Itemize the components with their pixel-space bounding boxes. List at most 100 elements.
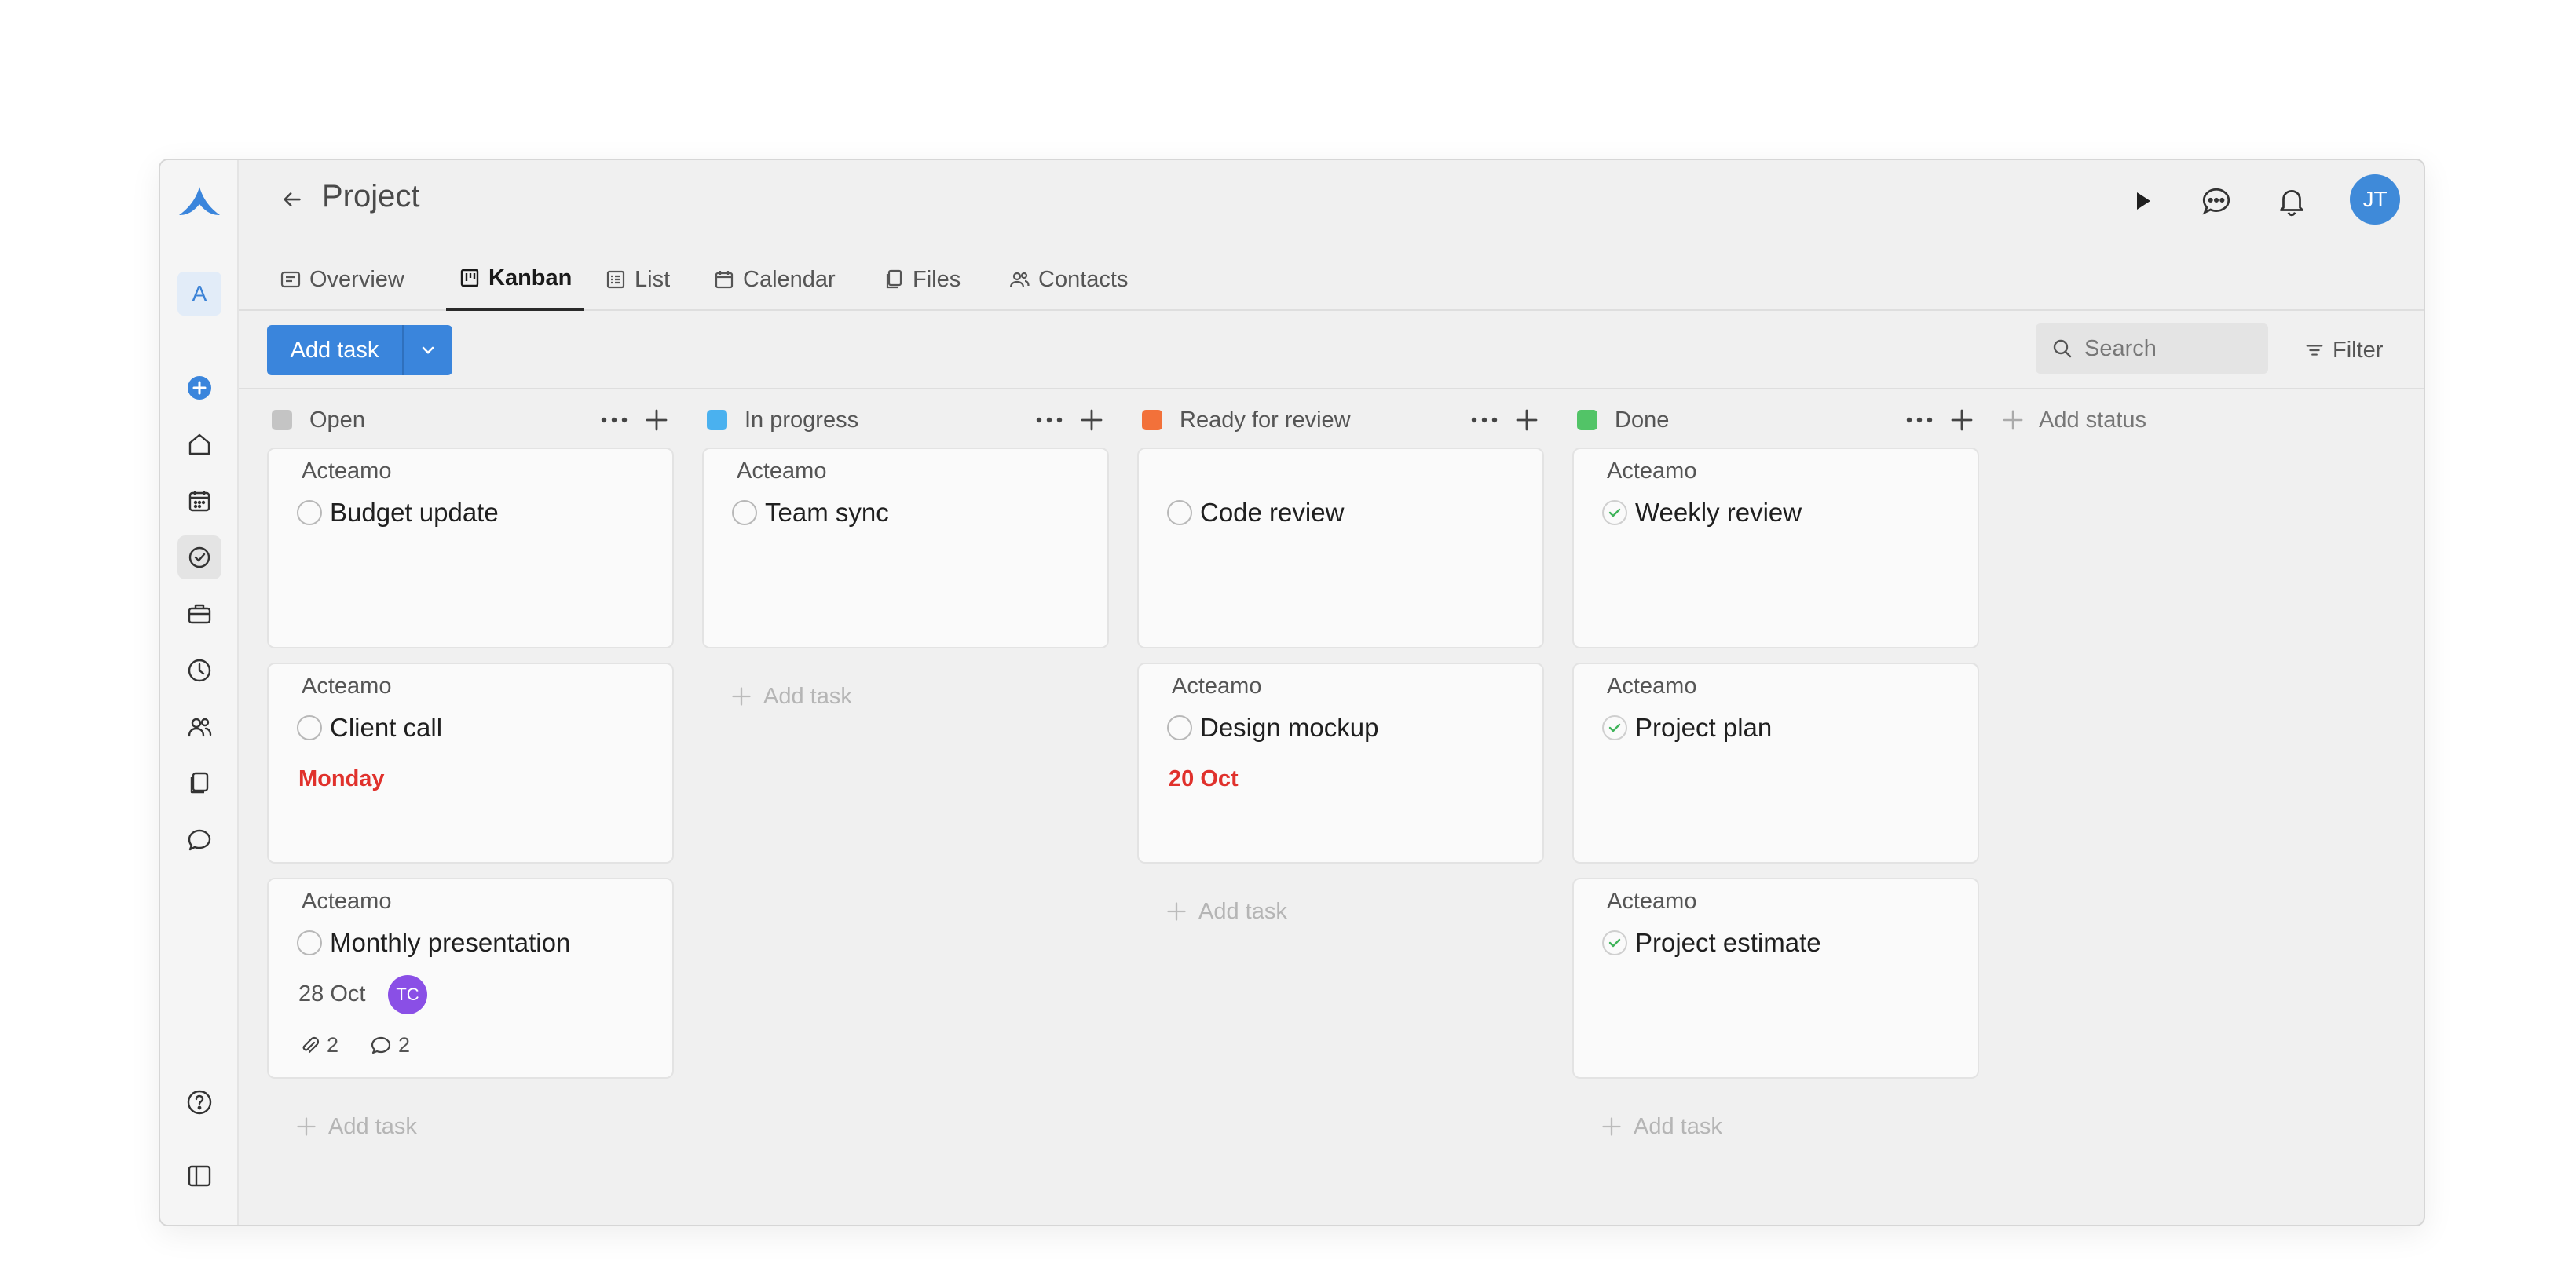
- column-add-button[interactable]: [639, 403, 674, 437]
- plus-icon: [1516, 409, 1538, 431]
- column-add-button[interactable]: [1945, 403, 1979, 437]
- task-checkbox[interactable]: [732, 500, 757, 525]
- paperclip-icon: [302, 1036, 320, 1053]
- task-checkbox-checked[interactable]: [1602, 715, 1627, 740]
- tab-overview[interactable]: Overview: [267, 248, 417, 311]
- check-icon: [1608, 508, 1621, 517]
- add-task-inline-button[interactable]: Add task: [295, 1107, 417, 1146]
- task-checkbox[interactable]: [1167, 715, 1192, 740]
- tasks-icon[interactable]: [177, 535, 221, 579]
- help-icon[interactable]: [177, 1080, 221, 1124]
- card-project: Acteamo: [737, 458, 827, 484]
- notifications-button[interactable]: [2271, 181, 2312, 221]
- task-checkbox-checked[interactable]: [1602, 500, 1627, 525]
- sidebar: A: [160, 160, 239, 1225]
- toolbar: Add task Filter: [239, 311, 2424, 389]
- back-button[interactable]: [276, 184, 308, 215]
- plus-icon: [646, 409, 668, 431]
- card-title: Code review: [1200, 498, 1345, 527]
- tab-contacts[interactable]: Contacts: [996, 248, 1140, 311]
- home-icon[interactable]: [177, 422, 221, 466]
- add-task-inline-button[interactable]: Add task: [1601, 1107, 1722, 1146]
- plus-icon: [2003, 410, 2023, 430]
- attachment-count: 2: [327, 1033, 339, 1057]
- check-icon: [1608, 723, 1621, 732]
- column-header-in-progress: In progress: [702, 400, 1109, 440]
- files-icon[interactable]: [177, 762, 221, 806]
- task-card[interactable]: Acteamo Design mockup 20 Oct: [1137, 663, 1544, 864]
- add-task-dropdown-button[interactable]: [402, 325, 452, 375]
- status-color-swatch: [1577, 410, 1597, 430]
- task-card[interactable]: Acteamo Project plan: [1572, 663, 1979, 864]
- task-card[interactable]: Acteamo Team sync: [702, 448, 1109, 648]
- card-project: Acteamo: [1607, 674, 1697, 699]
- plus-icon: [1951, 409, 1973, 431]
- create-icon[interactable]: [177, 366, 221, 410]
- column-name: Open: [309, 407, 365, 433]
- due-date: 28 Oct: [298, 981, 366, 1006]
- task-checkbox[interactable]: [297, 715, 322, 740]
- tab-files[interactable]: Files: [870, 248, 973, 311]
- column-add-button[interactable]: [1074, 403, 1109, 437]
- due-date: 20 Oct: [1169, 766, 1239, 791]
- assignee-avatar[interactable]: TC: [388, 975, 427, 1014]
- user-avatar[interactable]: JT: [2350, 174, 2400, 225]
- app-logo-icon[interactable]: [176, 184, 223, 223]
- sidebar-toggle-icon[interactable]: [177, 1154, 221, 1198]
- bell-icon: [2279, 190, 2304, 217]
- chat-icon[interactable]: [177, 818, 221, 862]
- briefcase-icon[interactable]: [177, 592, 221, 636]
- filter-button[interactable]: Filter: [2304, 327, 2383, 374]
- plus-icon: [297, 1117, 316, 1136]
- card-title: Monthly presentation: [330, 928, 571, 957]
- tab-list[interactable]: List: [592, 248, 682, 311]
- more-horizontal-icon: [1036, 417, 1063, 423]
- contacts-icon[interactable]: [177, 705, 221, 749]
- calendar-tab-icon: [715, 271, 734, 289]
- clock-icon[interactable]: [177, 648, 221, 692]
- add-task-inline-button[interactable]: Add task: [1165, 892, 1287, 931]
- add-task-button[interactable]: Add task: [267, 325, 402, 375]
- task-card[interactable]: Code review: [1137, 448, 1544, 648]
- task-card[interactable]: Acteamo Budget update: [267, 448, 674, 648]
- column-name: In progress: [745, 407, 859, 433]
- column-menu-button[interactable]: [1032, 403, 1067, 437]
- more-horizontal-icon: [1906, 417, 1933, 423]
- tab-kanban[interactable]: Kanban: [446, 248, 585, 311]
- add-status-button[interactable]: Add status: [2001, 400, 2146, 440]
- card-title: Weekly review: [1635, 498, 1802, 527]
- task-card[interactable]: Acteamo Monthly presentation 28 Oct TC 2…: [267, 878, 674, 1079]
- plus-icon: [1081, 409, 1103, 431]
- play-button[interactable]: [2122, 181, 2163, 221]
- card-project: Acteamo: [302, 458, 392, 484]
- more-horizontal-icon: [601, 417, 628, 423]
- task-card[interactable]: Acteamo Weekly review: [1572, 448, 1979, 648]
- add-task-inline-button[interactable]: Add task: [730, 677, 852, 716]
- calendar-icon[interactable]: [177, 479, 221, 523]
- task-checkbox[interactable]: [297, 930, 322, 955]
- page-title: Project: [322, 179, 420, 214]
- search-icon: [2053, 339, 2072, 358]
- column-menu-button[interactable]: [1902, 403, 1937, 437]
- task-checkbox-checked[interactable]: [1602, 930, 1627, 955]
- task-checkbox[interactable]: [1167, 500, 1192, 525]
- kanban-icon: [460, 269, 479, 287]
- column-menu-button[interactable]: [1467, 403, 1502, 437]
- list-icon: [606, 270, 625, 289]
- column-menu-button[interactable]: [597, 403, 631, 437]
- search-input[interactable]: [2084, 335, 2257, 362]
- task-checkbox[interactable]: [297, 500, 322, 525]
- chat-bubble-icon: [2202, 188, 2230, 215]
- column-add-button[interactable]: [1509, 403, 1544, 437]
- due-date: Monday: [298, 766, 385, 791]
- add-task-split-button: Add task: [267, 325, 452, 375]
- workspace-badge[interactable]: A: [177, 272, 221, 316]
- task-card[interactable]: Acteamo Client call Monday: [267, 663, 674, 864]
- plus-icon: [732, 687, 751, 706]
- card-project: Acteamo: [1607, 889, 1697, 914]
- task-card[interactable]: Acteamo Project estimate: [1572, 878, 1979, 1079]
- chat-button[interactable]: [2196, 181, 2237, 221]
- status-color-swatch: [272, 410, 292, 430]
- tab-calendar[interactable]: Calendar: [701, 248, 848, 311]
- status-color-swatch: [707, 410, 727, 430]
